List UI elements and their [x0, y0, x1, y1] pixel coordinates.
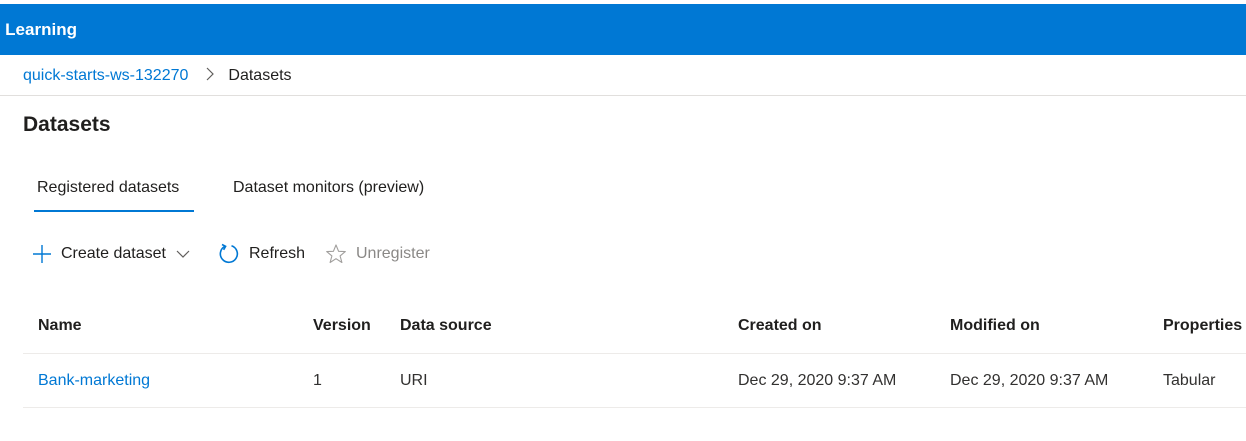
column-header-name[interactable]: Name [38, 317, 82, 335]
refresh-icon [219, 243, 239, 264]
star-outline-icon [326, 244, 346, 264]
cell-data-source: URI [400, 372, 428, 389]
create-dataset-button[interactable]: Create dataset [32, 240, 190, 268]
tab-registered-datasets[interactable]: Registered datasets [34, 172, 194, 214]
tab-registered-datasets-label: Registered datasets [37, 179, 180, 196]
cell-modified-on: Dec 29, 2020 9:37 AM [950, 372, 1109, 389]
unregister-label: Unregister [356, 245, 430, 262]
breadcrumb: quick-starts-ws-132270 Datasets [23, 64, 292, 88]
unregister-button[interactable]: Unregister [325, 240, 430, 268]
page-title: Datasets [23, 113, 111, 136]
app-title: e Learning [0, 20, 77, 39]
column-header-created-on[interactable]: Created on [738, 317, 822, 335]
active-tab-indicator [34, 210, 194, 212]
breadcrumb-current: Datasets [228, 67, 292, 84]
column-header-modified-on[interactable]: Modified on [950, 317, 1040, 335]
breadcrumb-workspace-link[interactable]: quick-starts-ws-132270 [23, 67, 188, 84]
chevron-right-icon [206, 67, 215, 81]
cell-created-on: Dec 29, 2020 9:37 AM [738, 372, 897, 389]
row-divider [23, 407, 1246, 408]
tab-dataset-monitors-label: Dataset monitors (preview) [233, 179, 425, 196]
cell-properties: Tabular [1163, 372, 1216, 389]
chevron-down-icon[interactable] [176, 247, 190, 261]
refresh-button[interactable]: Refresh [218, 240, 305, 268]
column-header-version[interactable]: Version [313, 317, 371, 335]
header-divider [23, 353, 1246, 354]
plus-icon [33, 245, 51, 263]
app-header: e Learning [0, 4, 1246, 55]
breadcrumb-divider [0, 95, 1246, 96]
tab-dataset-monitors[interactable]: Dataset monitors (preview) [233, 172, 424, 214]
create-dataset-label: Create dataset [61, 245, 166, 262]
dataset-name-link[interactable]: Bank-marketing [38, 372, 150, 390]
column-header-properties[interactable]: Properties [1163, 317, 1242, 335]
refresh-label: Refresh [249, 245, 306, 262]
column-header-data-source[interactable]: Data source [400, 317, 492, 335]
cell-version: 1 [313, 372, 322, 389]
